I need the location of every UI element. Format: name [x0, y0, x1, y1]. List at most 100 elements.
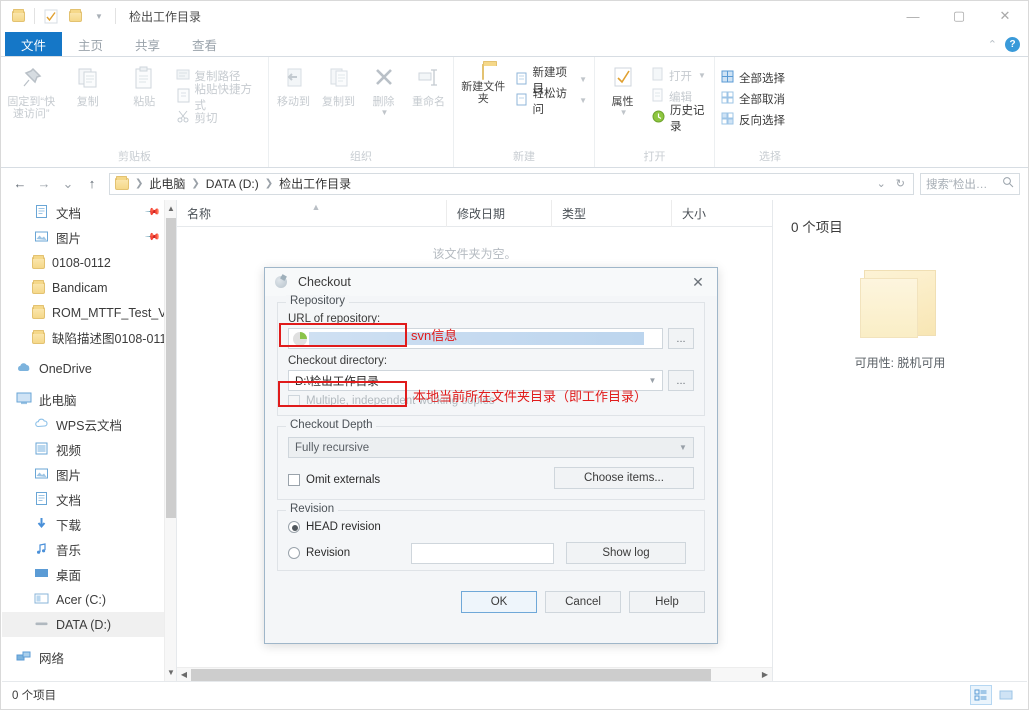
move-to-button[interactable]: 移动到: [271, 62, 316, 111]
recent-locations-button[interactable]: ⌄: [57, 173, 79, 195]
column-header-type[interactable]: 类型: [552, 199, 672, 227]
chevron-down-icon[interactable]: ▼: [579, 75, 587, 84]
chevron-down-icon[interactable]: ▼: [620, 108, 628, 117]
chevron-down-icon[interactable]: ▼: [381, 108, 389, 117]
refresh-icon[interactable]: ↻: [891, 177, 910, 190]
show-log-button[interactable]: Show log: [566, 542, 686, 564]
minimize-button[interactable]: —: [890, 1, 936, 31]
choose-items-button[interactable]: Choose items...: [554, 467, 694, 489]
sidebar-item-documents-qa[interactable]: 文档 📌: [2, 200, 176, 225]
chevron-down-icon[interactable]: ▼: [579, 96, 587, 105]
sidebar-item-music[interactable]: 音乐: [2, 537, 176, 562]
file-list-horizontal-scrollbar[interactable]: ◀ ▶: [177, 667, 772, 681]
paste-button[interactable]: 粘贴: [116, 62, 173, 111]
scrollbar-thumb[interactable]: [191, 668, 711, 681]
ok-button[interactable]: OK: [461, 591, 537, 613]
new-folder-button[interactable]: 新建文件夹: [456, 62, 511, 108]
sidebar-item-label: ROM_MTTF_Test_V1: [52, 305, 174, 320]
select-none-button[interactable]: 全部取消: [717, 88, 790, 109]
browse-directory-button[interactable]: ...: [668, 370, 694, 391]
up-button[interactable]: ↑: [81, 173, 103, 195]
revision-number-input[interactable]: [411, 542, 554, 564]
specific-revision-radio[interactable]: Revision: [288, 547, 411, 559]
checkout-depth-select[interactable]: Fully recursive ▼: [288, 437, 694, 458]
sidebar-item-pictures-qa[interactable]: 图片 📌: [2, 225, 176, 250]
pin-to-quick-access-button[interactable]: 固定到“快速访问”: [3, 62, 60, 123]
sidebar-item-rom-mttf-test[interactable]: ROM_MTTF_Test_V1: [2, 300, 176, 325]
search-placeholder: 搜索“检出…: [926, 178, 988, 191]
tab-share[interactable]: 共享: [119, 32, 176, 56]
sidebar-item-videos[interactable]: 视频: [2, 437, 176, 462]
chevron-down-icon[interactable]: ▼: [645, 376, 660, 385]
sidebar-item-wps-cloud[interactable]: WPS云文档: [2, 412, 176, 437]
properties-button[interactable]: 属性 ▼: [597, 62, 648, 120]
search-input[interactable]: 搜索“检出…: [920, 172, 1020, 195]
omit-externals-checkbox[interactable]: Omit externals: [288, 474, 380, 486]
pin-icon[interactable]: 📌: [143, 229, 160, 246]
sidebar-item-bandicam[interactable]: Bandicam: [2, 275, 176, 300]
delete-button[interactable]: 删除 ▼: [361, 62, 406, 120]
scrollbar-track[interactable]: [191, 668, 758, 681]
chevron-down-icon[interactable]: ▼: [88, 5, 110, 27]
breadcrumb-item-this-pc[interactable]: 此电脑: [145, 174, 189, 194]
properties-icon[interactable]: [40, 5, 62, 27]
cut-button[interactable]: 剪切: [173, 107, 266, 128]
close-button[interactable]: ✕: [982, 1, 1028, 31]
browse-repository-button[interactable]: ...: [668, 328, 694, 349]
dialog-close-button[interactable]: ✕: [685, 271, 711, 293]
sidebar-item-pictures[interactable]: 图片: [2, 462, 176, 487]
scroll-down-icon[interactable]: ▼: [165, 664, 176, 681]
pin-icon[interactable]: 📌: [143, 204, 160, 221]
new-folder-icon[interactable]: [64, 5, 86, 27]
column-header-name[interactable]: 名称 ▲: [177, 199, 447, 227]
back-button[interactable]: ←: [9, 173, 31, 195]
select-all-button[interactable]: 全部选择: [717, 67, 790, 88]
details-view-icon[interactable]: [970, 685, 992, 705]
folder-icon[interactable]: [7, 5, 29, 27]
breadcrumb[interactable]: ❯ 此电脑 ❯ DATA (D:) ❯ 检出工作目录 ⌄ ↻: [109, 172, 914, 195]
easy-access-button[interactable]: 轻松访问 ▼: [511, 88, 593, 116]
sidebar-item-onedrive[interactable]: OneDrive: [2, 356, 176, 381]
forward-button[interactable]: →: [33, 173, 55, 195]
history-dropdown-icon[interactable]: ⌄: [872, 177, 891, 190]
sidebar-item-this-pc[interactable]: 此电脑: [2, 387, 176, 412]
sidebar-item-desktop[interactable]: 桌面: [2, 562, 176, 587]
sidebar-item-defect-images[interactable]: 缺陷描述图0108-011: [2, 325, 176, 350]
invert-selection-button[interactable]: 反向选择: [717, 109, 790, 130]
cancel-button[interactable]: Cancel: [545, 591, 621, 613]
breadcrumb-item-data-d[interactable]: DATA (D:): [202, 174, 263, 194]
chevron-down-icon[interactable]: ▼: [675, 443, 691, 452]
open-button[interactable]: 打开 ▼: [648, 65, 712, 86]
scroll-left-icon[interactable]: ◀: [177, 670, 191, 679]
column-header-date-modified[interactable]: 修改日期: [447, 199, 552, 227]
column-header-size[interactable]: 大小: [672, 200, 757, 227]
repository-url-input[interactable]: ▼: [288, 328, 663, 349]
collapse-ribbon-icon[interactable]: ⌃: [988, 38, 997, 51]
scroll-right-icon[interactable]: ▶: [758, 670, 772, 679]
navigation-pane-scrollbar[interactable]: ▲ ▼: [164, 200, 176, 681]
maximize-button[interactable]: ▢: [936, 1, 982, 31]
scroll-up-icon[interactable]: ▲: [165, 200, 176, 217]
drive-icon: [34, 592, 49, 608]
tab-view[interactable]: 查看: [176, 32, 233, 56]
large-icons-view-icon[interactable]: [995, 685, 1017, 705]
paste-shortcut-button[interactable]: 粘贴快捷方式: [173, 84, 266, 112]
copy-button[interactable]: 复制: [60, 62, 117, 111]
chevron-down-icon[interactable]: ▼: [698, 71, 706, 80]
sidebar-item-acer-c[interactable]: Acer (C:): [2, 587, 176, 612]
help-icon[interactable]: ?: [1005, 36, 1020, 52]
breadcrumb-item-current-folder[interactable]: 检出工作目录: [275, 174, 355, 194]
sidebar-item-network[interactable]: 网络: [2, 645, 176, 670]
sidebar-item-0108-0112[interactable]: 0108-0112: [2, 250, 176, 275]
tab-file[interactable]: 文件: [5, 32, 63, 56]
head-revision-radio[interactable]: HEAD revision: [288, 521, 694, 533]
rename-button[interactable]: 重命名: [406, 62, 451, 111]
tab-home[interactable]: 主页: [62, 32, 119, 56]
sidebar-item-downloads[interactable]: 下载: [2, 512, 176, 537]
help-button[interactable]: Help: [629, 591, 705, 613]
history-button[interactable]: 历史记录: [648, 105, 712, 133]
sidebar-item-data-d[interactable]: DATA (D:): [2, 612, 176, 637]
scrollbar-thumb[interactable]: [166, 218, 176, 518]
copy-to-button[interactable]: 复制到: [316, 62, 361, 111]
sidebar-item-documents[interactable]: 文档: [2, 487, 176, 512]
